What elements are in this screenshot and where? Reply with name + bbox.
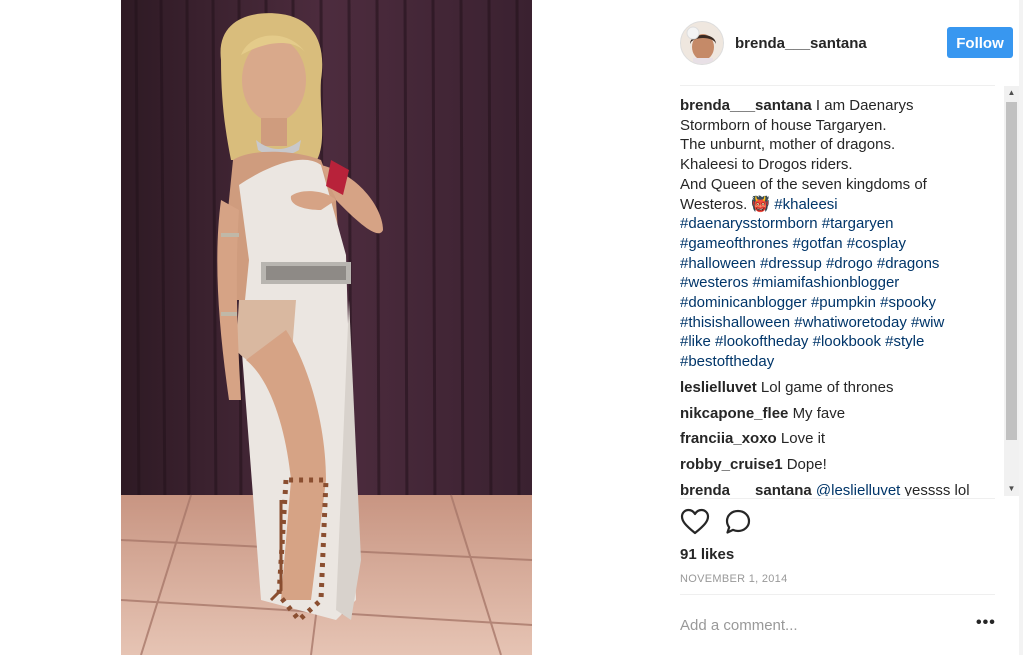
heart-icon[interactable] xyxy=(680,508,710,536)
comment-author[interactable]: brenda___santana xyxy=(680,482,812,496)
hashtag-link[interactable]: #wiw xyxy=(911,314,944,331)
comment-text: Love it xyxy=(780,430,826,448)
comment-author[interactable]: nikcapone_flee xyxy=(680,405,788,422)
hashtag-link[interactable]: #gotfan xyxy=(793,235,843,252)
comment-text: My fave xyxy=(792,404,846,422)
hashtag-link[interactable]: #bestoftheday xyxy=(680,353,774,370)
comment-item: franciia_xoxo Love it xyxy=(680,429,1002,449)
mention-link[interactable]: @leslielluvet xyxy=(816,482,900,496)
hashtag-link[interactable]: #cosplay xyxy=(847,235,906,252)
comment-author[interactable]: franciia_xoxo xyxy=(680,430,777,447)
comments-divider xyxy=(680,498,995,499)
caption-line: Khaleesi to Drogos riders. xyxy=(680,156,853,174)
avatar[interactable] xyxy=(680,21,724,65)
hashtag-link[interactable]: #lookoftheday xyxy=(715,333,808,350)
hashtag-link[interactable]: #pumpkin xyxy=(811,294,876,311)
hashtag-link[interactable]: #drogo xyxy=(826,255,873,272)
comment-text: Lol game of thrones xyxy=(760,378,894,396)
hashtag-link[interactable]: #daenarysstormborn xyxy=(680,215,818,232)
hashtag-link[interactable]: #spooky xyxy=(880,294,936,311)
comment-item: brenda___santana @leslielluvet yessss lo… xyxy=(680,481,1002,496)
likes-count[interactable]: 91 likes xyxy=(680,546,734,563)
scroll-down-arrow-icon[interactable]: ▼ xyxy=(1004,482,1019,496)
hashtag-link[interactable]: #halloween xyxy=(680,255,756,272)
caption-line: Westeros. 👹 xyxy=(680,195,771,213)
window-edge xyxy=(1019,0,1023,655)
hashtag-link[interactable]: #khaleesi xyxy=(774,196,837,213)
avatar-image xyxy=(681,22,723,64)
more-options-button[interactable]: ••• xyxy=(976,614,996,632)
post-author-username[interactable]: brenda___santana xyxy=(735,35,867,52)
caption-line: I am Daenarys xyxy=(815,97,914,114)
hashtag-link[interactable]: #dominicanblogger xyxy=(680,294,807,311)
hashtag-link[interactable]: #gameofthrones xyxy=(680,235,788,252)
caption-line: And Queen of the seven kingdoms of xyxy=(680,175,927,193)
photo-illustration xyxy=(121,0,532,655)
scrollbar-thumb[interactable] xyxy=(1006,102,1017,440)
hashtag-link[interactable]: #dragons xyxy=(877,255,940,272)
comments-scrollbar[interactable]: ▲ ▼ xyxy=(1004,86,1019,496)
comment-item: nikcapone_flee My fave xyxy=(680,404,1002,424)
hashtag-link[interactable]: #thisishalloween xyxy=(680,314,790,331)
add-comment-input[interactable]: Add a comment... xyxy=(680,617,798,634)
hashtag-link[interactable]: #targaryen xyxy=(822,215,894,232)
caption-line: The unburnt, mother of dragons. xyxy=(680,136,896,154)
comment-text: yessss lol xyxy=(904,481,970,496)
hashtag-link[interactable]: #style xyxy=(885,333,924,350)
post-date[interactable]: NOVEMBER 1, 2014 xyxy=(680,573,788,585)
header-divider xyxy=(680,85,995,86)
comments-list[interactable]: brenda___santana I am Daenarys Stormborn… xyxy=(680,96,1002,496)
comment-item: leslielluvet Lol game of thrones xyxy=(680,378,1002,398)
comment-author[interactable]: robby_cruise1 xyxy=(680,456,783,473)
comment-author[interactable]: leslielluvet xyxy=(680,379,757,396)
hashtag-link[interactable]: #lookbook xyxy=(813,333,881,350)
comment-item: robby_cruise1 Dope! xyxy=(680,455,1002,475)
hashtag-link[interactable]: #whatiworetoday xyxy=(794,314,907,331)
hashtag-link[interactable]: #westeros xyxy=(680,274,748,291)
follow-button[interactable]: Follow xyxy=(947,27,1013,58)
add-comment-divider xyxy=(680,594,995,595)
hashtag-link[interactable]: #like xyxy=(680,333,711,350)
caption-line: Stormborn of house Targaryen. xyxy=(680,116,887,134)
post-header: brenda___santana Follow xyxy=(680,18,1013,68)
hashtag-link[interactable]: #dressup xyxy=(760,255,822,272)
caption-author[interactable]: brenda___santana xyxy=(680,97,812,114)
caption: brenda___santana I am Daenarys Stormborn… xyxy=(680,96,1002,372)
comment-icon[interactable] xyxy=(724,508,752,536)
post-photo[interactable] xyxy=(121,0,532,655)
comment-text: Dope! xyxy=(786,455,827,473)
scroll-up-arrow-icon[interactable]: ▲ xyxy=(1004,86,1019,100)
hashtag-link[interactable]: #miamifashionblogger xyxy=(753,274,900,291)
